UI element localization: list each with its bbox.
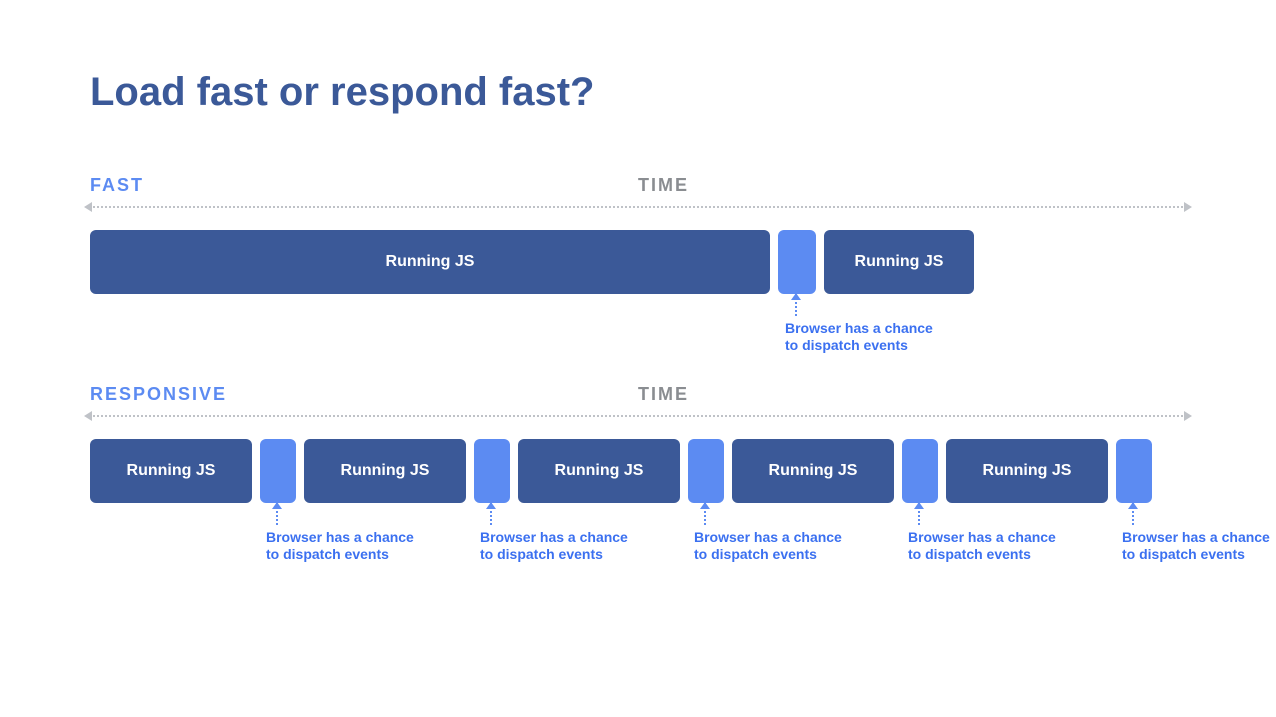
annotation-text: Browser has a chance to dispatch events (908, 529, 1056, 562)
dispatch-annotation: Browser has a chance to dispatch events (480, 503, 630, 563)
fast-section: FAST TIME Running JS Browser has a chanc… (90, 175, 1186, 294)
arrow-up-icon (791, 293, 801, 300)
fast-time-label: TIME (638, 175, 689, 196)
fast-label: FAST (90, 175, 638, 196)
fast-axis (90, 202, 1186, 212)
annotation-text: Browser has a chance to dispatch events (1122, 529, 1270, 562)
js-block: Running JS (732, 439, 894, 503)
dispatch-annotation: Browser has a chance to dispatch events (785, 294, 935, 354)
js-block: Running JS (90, 439, 252, 503)
fast-track: Running JS Browser has a chance to dispa… (90, 230, 1186, 294)
arrow-up-icon (272, 502, 282, 509)
page-title: Load fast or respond fast? (90, 70, 1186, 115)
arrow-left-icon (84, 411, 92, 421)
js-block: Running JS (824, 230, 974, 294)
responsive-axis (90, 411, 1186, 421)
js-block: Running JS (90, 230, 770, 294)
dispatch-gap: Browser has a chance to dispatch events (474, 439, 510, 503)
dispatch-annotation: Browser has a chance to dispatch events (1122, 503, 1272, 563)
dispatch-gap: Browser has a chance to dispatch events (260, 439, 296, 503)
dispatch-gap: Browser has a chance to dispatch events (902, 439, 938, 503)
arrow-right-icon (1184, 202, 1192, 212)
annotation-text: Browser has a chance to dispatch events (694, 529, 842, 562)
annotation-text: Browser has a chance to dispatch events (266, 529, 414, 562)
arrow-right-icon (1184, 411, 1192, 421)
responsive-header: RESPONSIVE TIME (90, 384, 1186, 405)
dispatch-annotation: Browser has a chance to dispatch events (694, 503, 844, 563)
arrow-up-icon (914, 502, 924, 509)
responsive-label: RESPONSIVE (90, 384, 638, 405)
fast-axis-line (90, 206, 1186, 208)
responsive-track: Running JS Browser has a chance to dispa… (90, 439, 1186, 503)
js-block: Running JS (518, 439, 680, 503)
dispatch-gap: Browser has a chance to dispatch events (1116, 439, 1152, 503)
arrow-up-icon (486, 502, 496, 509)
dispatch-annotation: Browser has a chance to dispatch events (266, 503, 416, 563)
dispatch-annotation: Browser has a chance to dispatch events (908, 503, 1058, 563)
responsive-section: RESPONSIVE TIME Running JS Browser has a… (90, 384, 1186, 503)
arrow-up-icon (1128, 502, 1138, 509)
js-block: Running JS (946, 439, 1108, 503)
responsive-time-label: TIME (638, 384, 689, 405)
responsive-axis-line (90, 415, 1186, 417)
annotation-text: Browser has a chance to dispatch events (785, 320, 933, 353)
arrow-left-icon (84, 202, 92, 212)
js-block: Running JS (304, 439, 466, 503)
dispatch-gap: Browser has a chance to dispatch events (688, 439, 724, 503)
dispatch-gap: Browser has a chance to dispatch events (778, 230, 816, 294)
fast-header: FAST TIME (90, 175, 1186, 196)
annotation-text: Browser has a chance to dispatch events (480, 529, 628, 562)
arrow-up-icon (700, 502, 710, 509)
